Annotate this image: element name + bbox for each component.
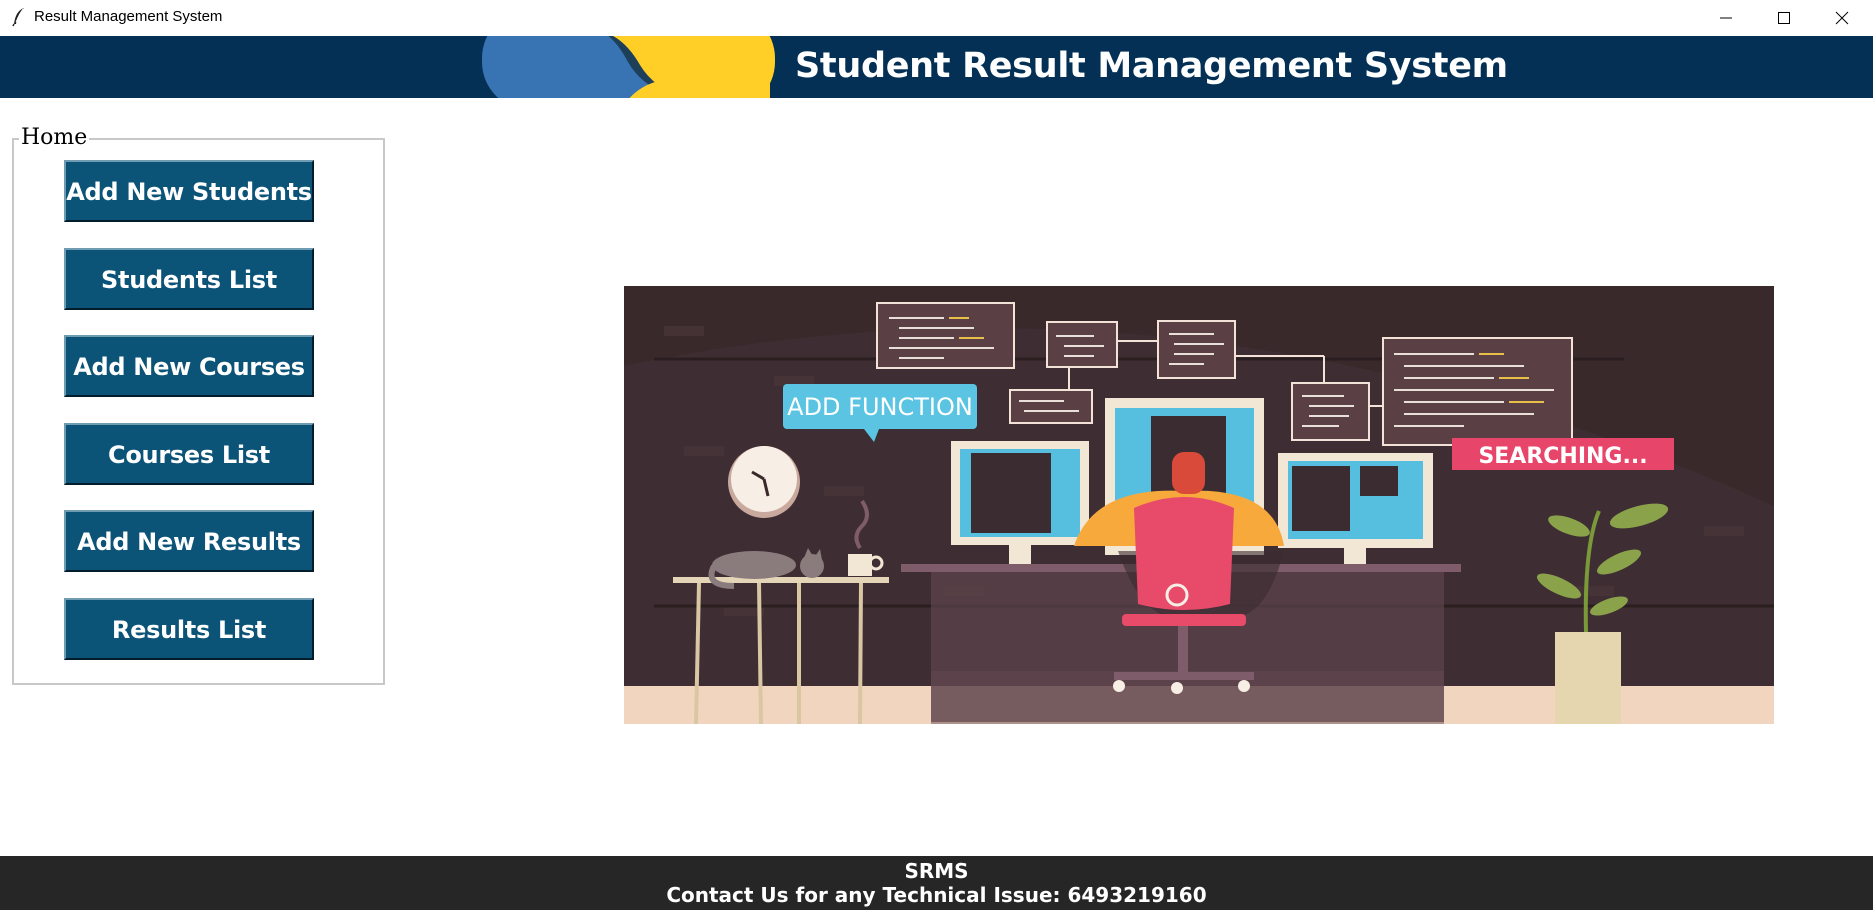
add-new-students-button[interactable]: Add New Students [64,160,314,222]
add-new-courses-button[interactable]: Add New Courses [64,335,314,397]
home-legend: Home [19,125,90,150]
python-logo [482,36,775,98]
footer-title: SRMS [904,859,969,883]
footer-contact: Contact Us for any Technical Issue: 6493… [666,883,1207,907]
courses-list-button[interactable]: Courses List [64,423,314,485]
close-icon [1835,11,1849,24]
app-footer: SRMS Contact Us for any Technical Issue:… [0,856,1873,910]
maximize-icon [1778,11,1790,24]
app-title: Student Result Management System [795,46,1508,86]
feather-icon [12,8,24,27]
searching-label: SEARCHING... [1478,444,1647,469]
programmer-illustration: ADD FUNCTION SEARCHING... [624,286,1774,724]
maximize-button[interactable] [1755,0,1813,35]
minimize-icon [1720,17,1732,18]
add-function-label: ADD FUNCTION [787,393,973,421]
close-button[interactable] [1813,0,1871,35]
minimize-button[interactable] [1697,0,1755,35]
results-list-button[interactable]: Results List [64,598,314,660]
add-new-results-button[interactable]: Add New Results [64,510,314,572]
window-titlebar: Result Management System [0,0,1873,35]
app-header: Student Result Management System [0,36,1873,98]
students-list-button[interactable]: Students List [64,248,314,310]
window-title: Result Management System [34,8,223,25]
